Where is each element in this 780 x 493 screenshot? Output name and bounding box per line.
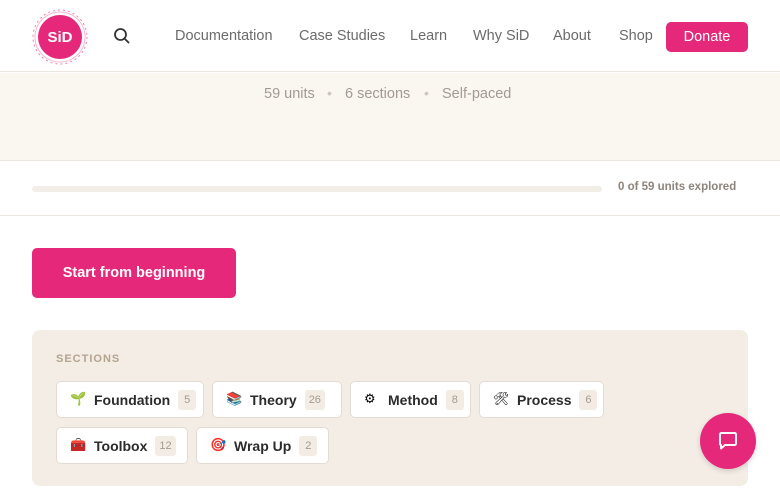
section-count: 6 <box>579 389 598 410</box>
toolbox-icon: 🧰 <box>70 438 87 453</box>
donate-button[interactable]: Donate <box>666 22 748 52</box>
progress-text: 0 of 59 units explored <box>618 181 737 193</box>
logo-text: SiD <box>47 29 72 46</box>
section-label: Method <box>388 391 438 408</box>
start-from-beginning-button[interactable]: Start from beginning <box>32 248 236 298</box>
section-label: Theory <box>250 391 297 408</box>
nav-case-studies[interactable]: Case Studies <box>299 28 385 44</box>
section-count: 26 <box>304 389 325 410</box>
meta-separator: • <box>424 85 429 101</box>
section-count: 8 <box>445 389 464 410</box>
meta-separator: • <box>327 85 332 101</box>
tools-icon: 🛠 <box>493 392 510 407</box>
section-chip-method[interactable]: ⚙ Method 8 <box>350 381 471 418</box>
section-chip-theory[interactable]: 📚 Theory 26 <box>212 381 342 418</box>
section-label: Process <box>517 391 572 408</box>
chat-button[interactable] <box>700 413 756 469</box>
section-count: 2 <box>299 435 318 456</box>
nav-about[interactable]: About <box>553 28 591 44</box>
section-chip-foundation[interactable]: 🌱 Foundation 5 <box>56 381 204 418</box>
progress-row: 0 of 59 units explored <box>0 162 780 216</box>
books-icon: 📚 <box>226 392 243 407</box>
section-label: Foundation <box>94 391 171 408</box>
sid-logo[interactable]: SiD <box>31 8 89 66</box>
section-chip-process[interactable]: 🛠 Process 6 <box>479 381 604 418</box>
sections-heading: SECTIONS <box>56 353 121 365</box>
nav-learn[interactable]: Learn <box>410 28 447 44</box>
target-icon: 🎯 <box>210 438 227 453</box>
meta-units: 59 units <box>264 86 315 102</box>
sections-panel: SECTIONS 🌱 Foundation 5 📚 Theory 26 ⚙ Me… <box>32 330 748 486</box>
course-hero: 59 units • 6 sections • Self-paced <box>0 73 780 161</box>
site-header: SiD Documentation Case Studies Learn Why… <box>0 0 780 72</box>
section-label: Toolbox <box>94 437 148 454</box>
section-chip-toolbox[interactable]: 🧰 Toolbox 12 <box>56 427 188 464</box>
nav-documentation[interactable]: Documentation <box>175 28 273 44</box>
section-chip-wrap-up[interactable]: 🎯 Wrap Up 2 <box>196 427 329 464</box>
search-icon[interactable] <box>112 26 132 46</box>
meta-sections: 6 sections <box>345 86 411 102</box>
section-count: 5 <box>178 389 197 410</box>
section-count: 12 <box>155 435 176 456</box>
section-label: Wrap Up <box>234 437 292 454</box>
chat-icon <box>719 432 737 450</box>
seedling-icon: 🌱 <box>70 392 87 407</box>
nav-shop[interactable]: Shop <box>619 28 653 44</box>
progress-bar <box>32 186 602 192</box>
meta-pace: Self-paced <box>442 86 512 102</box>
nav-why-sid[interactable]: Why SiD <box>473 28 529 44</box>
gear-icon: ⚙ <box>364 392 376 407</box>
